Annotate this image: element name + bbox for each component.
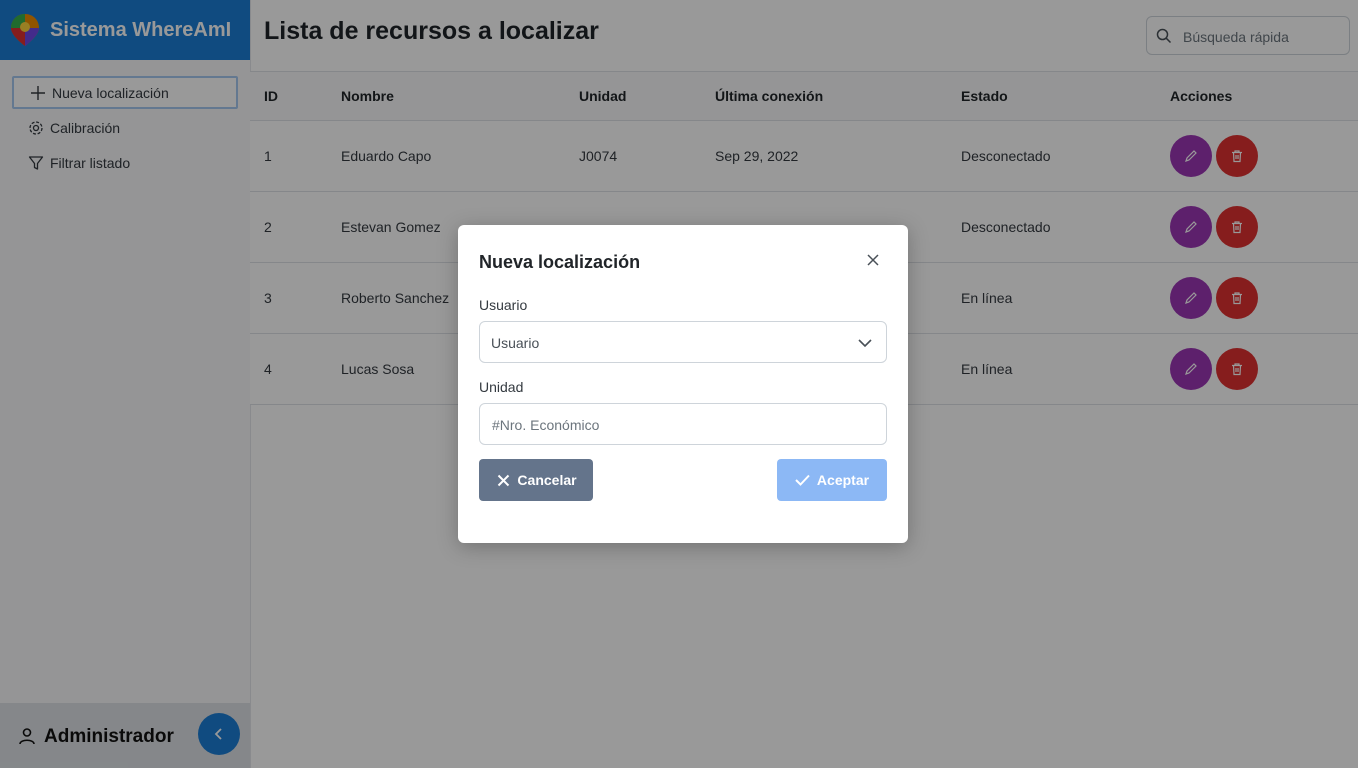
unidad-field-box — [479, 403, 887, 445]
new-location-dialog: Nueva localización Usuario Usuario Unida… — [458, 225, 908, 543]
close-icon — [495, 472, 511, 488]
usuario-label: Usuario — [479, 297, 528, 313]
close-icon — [867, 254, 879, 266]
unidad-label: Unidad — [479, 379, 524, 395]
accept-button-label: Aceptar — [816, 472, 870, 488]
cancel-button-label: Cancelar — [517, 472, 577, 488]
chevron-down-icon — [858, 339, 872, 348]
dialog-title: Nueva localización — [479, 252, 641, 272]
cancel-button[interactable]: Cancelar — [479, 459, 593, 501]
check-icon — [795, 472, 811, 488]
usuario-select-value: Usuario — [491, 335, 540, 351]
accept-button[interactable]: Aceptar — [777, 459, 887, 501]
close-button[interactable] — [863, 250, 883, 270]
unidad-input[interactable] — [490, 414, 874, 436]
usuario-select[interactable]: Usuario — [479, 321, 887, 363]
